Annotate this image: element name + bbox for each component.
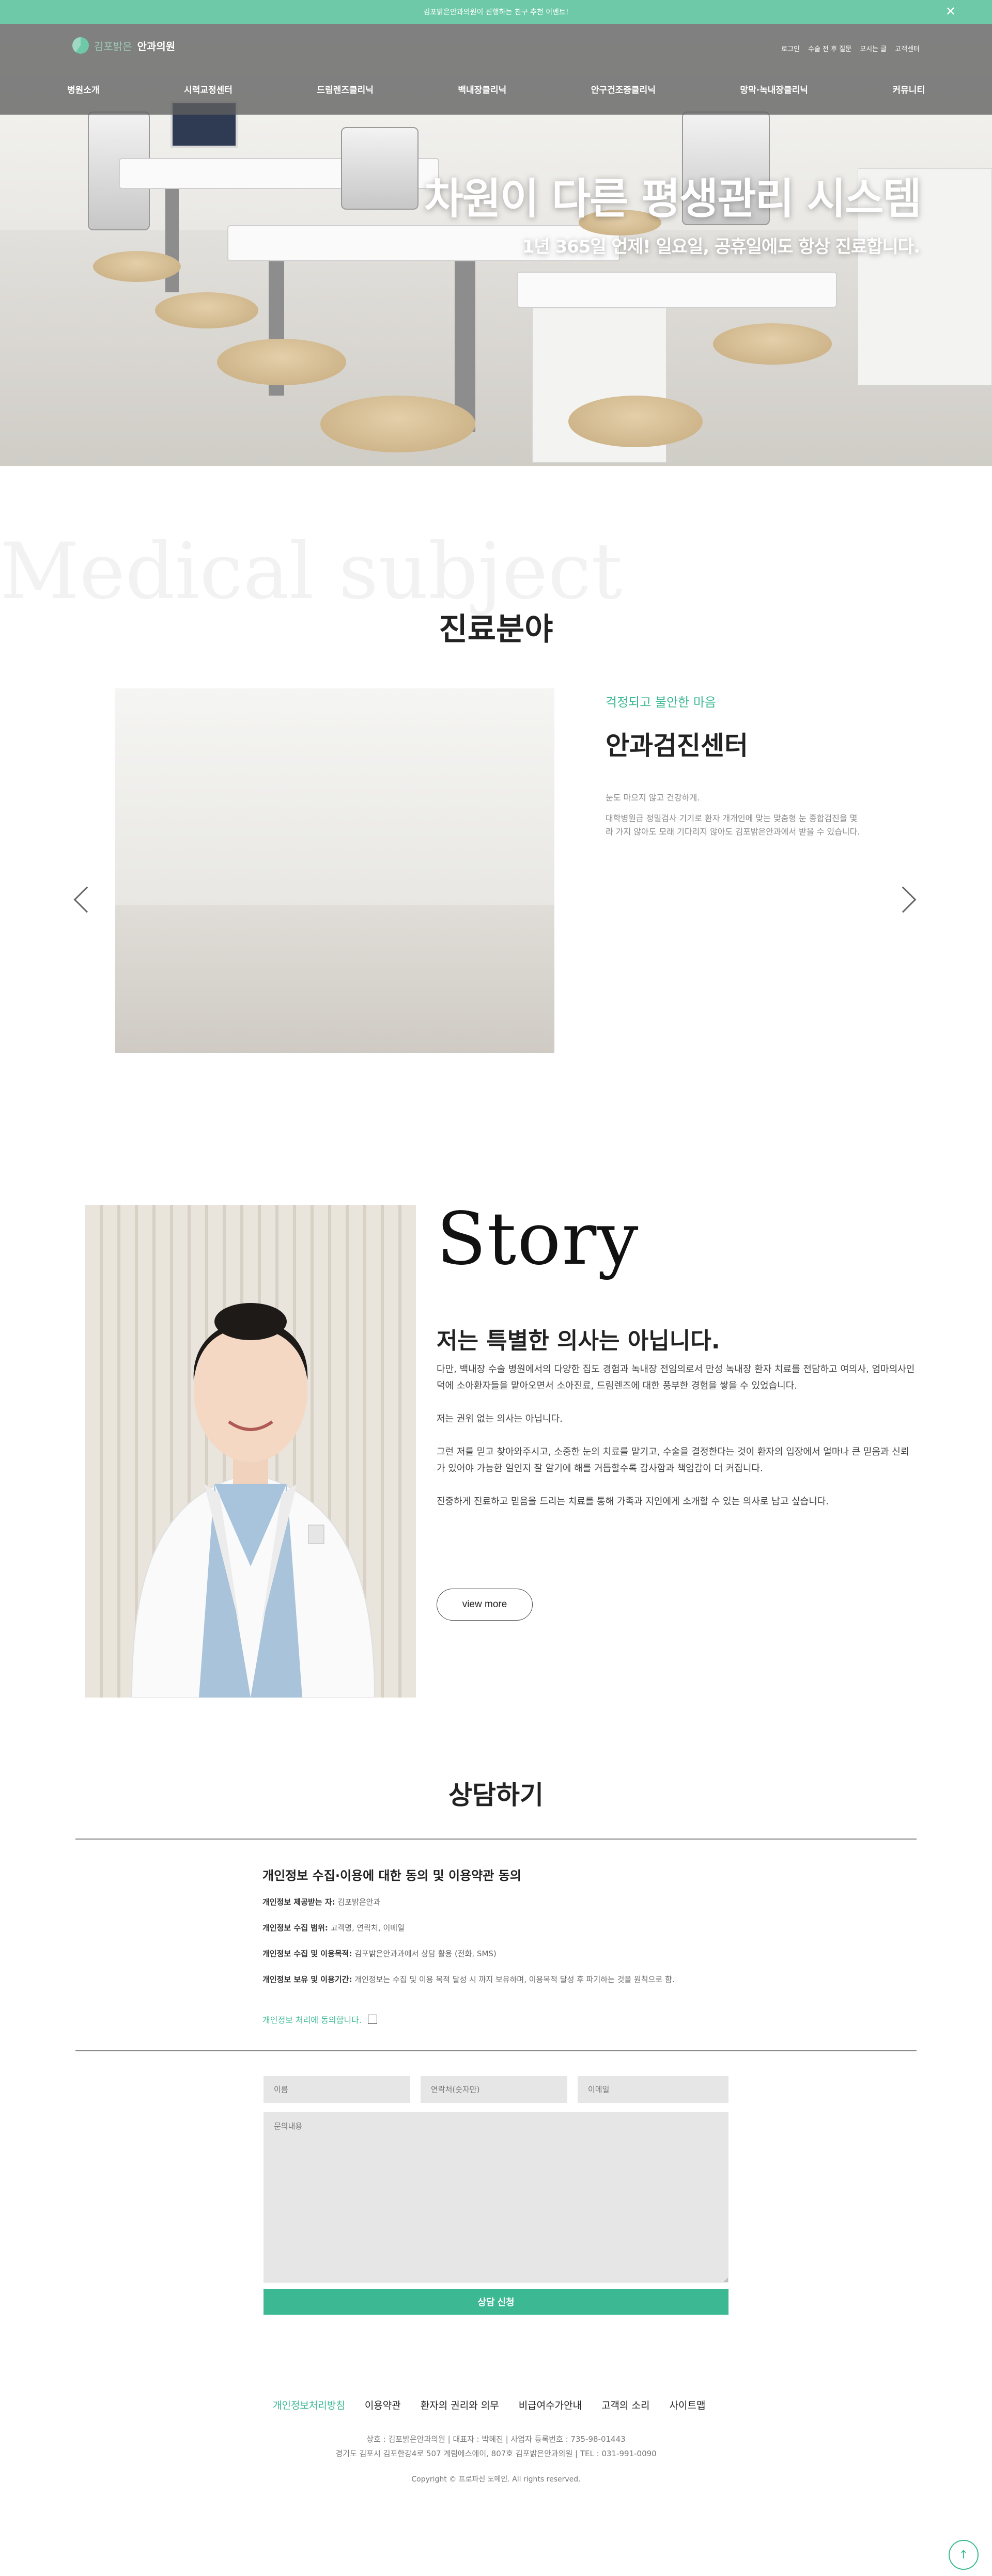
story-title: Story <box>437 1197 640 1281</box>
exam-description: 눈도 마으지 않고 건강하게. 대학병원급 정밀검사 기기로 환자 개개인에 맞… <box>606 791 864 846</box>
nav-item-retina[interactable]: 망막·녹내장클리닉 <box>740 83 808 96</box>
scroll-to-top-icon[interactable]: ↑ <box>949 2540 979 2570</box>
message-textarea[interactable] <box>264 2112 729 2283</box>
privacy-item-label: 개인정보 보유 및 이용기간: <box>262 1975 352 1984</box>
privacy-item-value: 김포밝은안과과에서 상담 활용 (전화, SMS) <box>354 1949 497 1958</box>
privacy-item: 개인정보 제공받는 자: 김포밝은안과 <box>262 1896 380 1907</box>
privacy-item-value: 개인정보는 수집 및 이용 목적 달성 시 까지 보유하며, 이용목적 달성 후… <box>354 1975 675 1984</box>
exam-heading: 안과검진센터 <box>606 731 748 761</box>
privacy-consent-label[interactable]: 개인정보 처리에 동의합니다. <box>262 2013 362 2025</box>
nav-item-about[interactable]: 병원소개 <box>67 83 100 96</box>
utility-nav: 로그인 수술 전 후 질문 모시는 글 고객센터 <box>781 43 920 53</box>
footer-link-voice[interactable]: 고객의 소리 <box>601 2398 649 2412</box>
privacy-item: 개인정보 수집 범위: 고객명, 연락처, 이메일 <box>262 1922 405 1933</box>
doctor-illustration <box>131 1303 376 1698</box>
nav-item-community[interactable]: 커뮤니티 <box>892 83 925 96</box>
stool-image <box>93 251 181 282</box>
exam-desc-line2: 대학병원급 정밀검사 기기로 환자 개개인에 맞는 맞춤형 눈 종합검진을 몇라… <box>606 813 860 837</box>
arrow-up-icon: ↑ <box>958 2548 969 2562</box>
util-link-qna[interactable]: 수술 전 후 질문 <box>808 43 851 53</box>
main-nav: 병원소개 시력교정센터 드림렌즈클리닉 백내장클리닉 안구건조증클리닉 망막·녹… <box>67 83 925 96</box>
nav-item-cataract[interactable]: 백내장클리닉 <box>458 83 506 96</box>
phone-input[interactable] <box>421 2076 567 2103</box>
device-image <box>341 127 419 210</box>
name-input[interactable] <box>264 2076 410 2103</box>
carousel-next-icon[interactable] <box>890 886 917 913</box>
privacy-consent-checkbox[interactable] <box>367 2015 377 2024</box>
privacy-item: 개인정보 수집 및 이용목적: 김포밝은안과과에서 상담 활용 (전화, SMS… <box>262 1948 497 1959</box>
footer-link-terms[interactable]: 이용약관 <box>365 2398 401 2412</box>
logo[interactable]: 김포밝은 안과의원 <box>72 37 175 54</box>
bench-image <box>517 272 837 308</box>
hero-title: 차원이 다른 평생관리 시스템 <box>424 175 922 224</box>
logo-text-part2: 안과의원 <box>137 40 176 53</box>
exam-center-image <box>115 688 554 1053</box>
footer-address: 경기도 김포시 김포한강4로 507 계림에스에이, 807호 김포밝은안과의원… <box>335 2449 657 2458</box>
privacy-agreement-title: 개인정보 수집·이용에 대한 동의 및 이용약관 동의 <box>262 1868 521 1883</box>
exam-photo-wall <box>115 688 554 905</box>
event-banner-text[interactable]: 김포밝은안과의원이 진행하는 친구 추천 이벤트! <box>423 7 568 17</box>
stool-image <box>155 292 258 328</box>
consult-submit-button[interactable]: 상담 신청 <box>264 2289 729 2315</box>
carousel-prev-icon[interactable] <box>73 886 100 913</box>
privacy-item-value: 고객명, 연락처, 이메일 <box>330 1923 405 1933</box>
footer-link-privacy[interactable]: 개인정보처리방침 <box>273 2398 345 2412</box>
close-icon[interactable]: ✕ <box>946 4 956 19</box>
nav-item-vision[interactable]: 시력교정센터 <box>184 83 233 96</box>
util-link-login[interactable]: 로그인 <box>781 43 800 53</box>
util-link-invite[interactable]: 모시는 글 <box>860 43 887 53</box>
stool-image <box>217 339 346 385</box>
privacy-item-label: 개인정보 수집 및 이용목적: <box>262 1949 352 1958</box>
privacy-consent[interactable]: 개인정보 처리에 동의합니다. <box>262 2013 377 2025</box>
stool-image <box>713 323 832 365</box>
story-heading: 저는 특별한 의사는 아닙니다. <box>437 1328 720 1354</box>
story-body: 다만, 백내장 수술 병원에서의 다양한 집도 경험과 녹내장 전임의로서 만성… <box>437 1361 916 1527</box>
doctor-portrait <box>85 1205 416 1698</box>
stool-image <box>320 396 475 452</box>
privacy-item-label: 개인정보 제공받는 자: <box>262 1897 335 1907</box>
exam-desc-line1: 눈도 마으지 않고 건강하게. <box>606 793 700 803</box>
email-input[interactable] <box>578 2076 729 2103</box>
nav-item-dryeye[interactable]: 안구건조증클리닉 <box>591 83 656 96</box>
privacy-item-value: 김포밝은안과 <box>337 1897 381 1907</box>
story-paragraph: 그런 저를 믿고 찾아와주시고, 소중한 눈의 치료를 맡기고, 수술을 결정한… <box>437 1447 909 1474</box>
view-more-button[interactable]: view more <box>437 1589 533 1621</box>
footer-links: 개인정보처리방침 이용약관 환자의 권리와 의무 비급여수가안내 고객의 소리 … <box>273 2398 705 2412</box>
privacy-item-label: 개인정보 수집 범위: <box>262 1923 328 1933</box>
footer-business-info: 상호 : 김포밝은안과의원 | 대표자 : 박혜진 | 사업자 등록번호 : 7… <box>366 2434 626 2444</box>
story-paragraph: 저는 권위 없는 의사는 아닙니다. <box>437 1413 563 1424</box>
logo-text-part1: 김포밝은 <box>94 40 132 53</box>
consult-divider-top <box>75 1839 917 1840</box>
event-banner[interactable]: 김포밝은안과의원이 진행하는 친구 추천 이벤트! ✕ <box>0 0 992 24</box>
nav-item-dreamlens[interactable]: 드림렌즈클리닉 <box>317 83 373 96</box>
medical-background-word: Medical subject <box>0 527 623 617</box>
footer-link-fees[interactable]: 비급여수가안내 <box>519 2398 582 2412</box>
medical-section-title: 진료분야 <box>439 611 553 648</box>
footer-copyright: Copyright © 프로파선 도메인. All rights reserve… <box>411 2475 581 2484</box>
exam-tagline: 걱정되고 불안한 마음 <box>606 695 716 710</box>
stool-image <box>568 396 703 447</box>
privacy-item: 개인정보 보유 및 이용기간: 개인정보는 수집 및 이용 목적 달성 시 까지… <box>262 1974 675 1985</box>
consult-section-title: 상담하기 <box>448 1780 544 1810</box>
footer-link-patient-rights[interactable]: 환자의 권리와 의무 <box>421 2398 499 2412</box>
consult-divider-bottom <box>75 2050 917 2051</box>
logo-icon <box>72 37 89 54</box>
exam-photo-floor <box>115 905 554 1053</box>
hero-subtitle: 1년 365일 언제! 일요일, 공휴일에도 항상 진료합니다. <box>522 237 920 257</box>
story-paragraph: 다만, 백내장 수술 병원에서의 다양한 집도 경험과 녹내장 전임의로서 만성… <box>437 1364 915 1391</box>
footer-link-sitemap[interactable]: 사이트맵 <box>670 2398 706 2412</box>
util-link-support[interactable]: 고객센터 <box>895 43 920 53</box>
story-paragraph: 진중하게 진료하고 믿음을 드리는 치료를 통해 가족과 지인에게 소개할 수 … <box>437 1496 829 1507</box>
